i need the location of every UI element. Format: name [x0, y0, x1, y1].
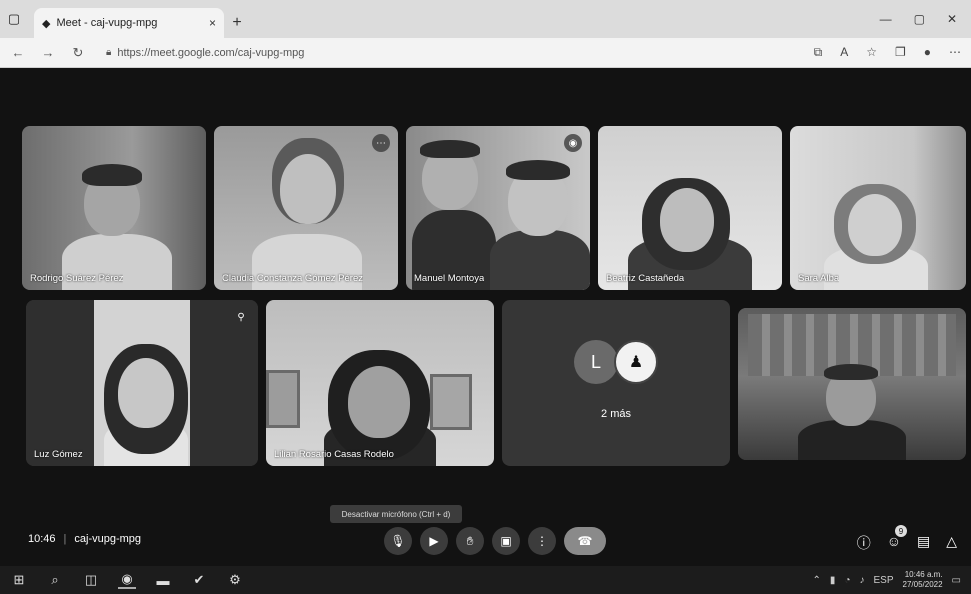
- taskbar-clock[interactable]: 10:46 a.m. 27/05/2022: [903, 570, 943, 590]
- forward-icon[interactable]: →: [40, 45, 56, 60]
- volume-icon[interactable]: ♪: [859, 575, 864, 586]
- browser-tab-bar: ▢ ◆ Meet - caj-vupg-mpg × + — ▢ ✕: [0, 0, 971, 38]
- others-count-label: 2 más: [601, 408, 631, 420]
- close-window-button[interactable]: ✕: [947, 12, 957, 26]
- people-count-badge: 9: [894, 525, 907, 537]
- participant-name: Lilian Rosario Casas Rodelo: [274, 449, 394, 460]
- participant-tile[interactable]: Beatriz Castañeda: [598, 126, 782, 290]
- meeting-info-separator: |: [63, 533, 67, 545]
- wall-frame: [430, 374, 472, 430]
- tasks-app-icon[interactable]: ✔: [190, 572, 208, 588]
- tray-chevron-icon[interactable]: ⌃: [813, 575, 821, 586]
- participant-tile[interactable]: Sara Alba: [790, 126, 966, 290]
- settings-app-icon[interactable]: ⚙: [226, 572, 244, 588]
- more-icon[interactable]: ⋯: [949, 45, 961, 60]
- wall-frame: [266, 370, 300, 428]
- participant-tile[interactable]: ⋯ Claudia Constanza Gómez Pérez: [214, 126, 398, 290]
- more-options-icon[interactable]: ⋯: [372, 134, 390, 152]
- clock-time: 10:46 a.m.: [904, 570, 943, 579]
- windows-start-icon[interactable]: ⊞: [10, 572, 28, 588]
- meet-favicon-icon: ◆: [42, 17, 51, 30]
- activities-icon[interactable]: △: [946, 533, 957, 553]
- participant-name: Beatriz Castañeda: [606, 273, 685, 284]
- participant-name: Manuel Montoya: [414, 273, 485, 284]
- meeting-code: caj-vupg-mpg: [74, 533, 142, 545]
- taskbar: ⊞ ⌕ ◫ ◉ ▬ ✔ ⚙ ⌃ ▮ ◔ ♪ ESP 10:46 a.m. 27/…: [0, 566, 971, 594]
- edge-browser-icon[interactable]: ◉: [118, 571, 136, 589]
- raise-hand-button[interactable]: ✋︎: [456, 527, 484, 555]
- tab-close-icon[interactable]: ×: [209, 16, 216, 30]
- url-field[interactable]: 🔒︎ https://meet.google.com/caj-vupg-mpg: [106, 47, 304, 59]
- others-tile[interactable]: L ♟ 2 más: [502, 300, 730, 466]
- back-icon[interactable]: ←: [10, 45, 26, 60]
- meeting-info: 10:46 | caj-vupg-mpg: [28, 533, 141, 545]
- audio-indicator-icon: ◉: [564, 134, 582, 152]
- camera-button[interactable]: ▶: [420, 527, 448, 555]
- system-tray: ⌃ ▮ ◔ ♪ ESP 10:46 a.m. 27/05/2022 ▭: [813, 570, 961, 590]
- participant-tile[interactable]: ◉ Manuel Montoya: [406, 126, 590, 290]
- lock-icon: 🔒︎: [106, 47, 112, 58]
- favorites-icon[interactable]: ☆: [866, 45, 877, 60]
- participant-tile[interactable]: ⚲ Luz Gómez: [26, 300, 258, 466]
- call-controls: 🎙︎ ▶ ✋︎ ▣ ⋮ ☎: [384, 527, 606, 555]
- collections-icon[interactable]: ❐: [895, 45, 906, 60]
- window-menu-icon[interactable]: ▢: [0, 0, 28, 38]
- participant-tile[interactable]: Lilian Rosario Casas Rodelo: [266, 300, 494, 466]
- tab-title: Meet - caj-vupg-mpg: [56, 17, 158, 29]
- extensions-icon[interactable]: ⧉: [814, 45, 823, 60]
- window-controls: — ▢ ✕: [880, 0, 971, 38]
- file-explorer-icon[interactable]: ▬: [154, 573, 172, 588]
- refresh-icon[interactable]: ↻: [70, 45, 86, 61]
- organization-logo-icon: ♟: [614, 340, 658, 384]
- screen: ▢ ◆ Meet - caj-vupg-mpg × + — ▢ ✕ ← → ↻ …: [0, 0, 971, 594]
- present-screen-button[interactable]: ▣: [492, 527, 520, 555]
- url-text: https://meet.google.com/caj-vupg-mpg: [117, 46, 305, 59]
- others-avatars: L ♟: [574, 340, 658, 384]
- address-bar: ← → ↻ 🔒︎ https://meet.google.com/caj-vup…: [0, 38, 971, 68]
- clock-date: 27/05/2022: [902, 580, 943, 589]
- people-icon[interactable]: ☺ 9: [887, 525, 907, 553]
- participant-name: Rodrigo Suárez Pérez: [30, 273, 124, 284]
- new-tab-button[interactable]: +: [224, 8, 250, 38]
- avatar: L: [574, 340, 618, 384]
- meeting-details-icon[interactable]: ⓘ: [857, 533, 871, 553]
- language-indicator[interactable]: ESP: [873, 575, 893, 586]
- network-icon[interactable]: ◔: [844, 575, 850, 586]
- participant-tile[interactable]: Rodrigo Suárez Pérez: [22, 126, 206, 290]
- notifications-icon[interactable]: ▭: [952, 575, 961, 586]
- microphone-button[interactable]: 🎙︎: [384, 527, 412, 555]
- battery-icon[interactable]: ▮: [830, 575, 836, 586]
- participant-name: Claudia Constanza Gómez Pérez: [222, 273, 363, 284]
- maximize-button[interactable]: ▢: [914, 12, 925, 26]
- browser-toolbar: ⧉ A ☆ ❐ ● ⋯: [814, 45, 961, 60]
- task-view-icon[interactable]: ◫: [82, 572, 100, 588]
- meeting-time: 10:46: [28, 533, 56, 545]
- minimize-button[interactable]: —: [880, 12, 892, 26]
- side-controls: ⓘ ☺ 9 ▤ △: [857, 525, 957, 553]
- search-icon[interactable]: ⌕: [46, 572, 64, 588]
- participant-name: Luz Gómez: [34, 449, 83, 460]
- browser-tab[interactable]: ◆ Meet - caj-vupg-mpg ×: [34, 8, 224, 38]
- participant-tile[interactable]: [738, 308, 966, 460]
- leave-call-button[interactable]: ☎: [564, 527, 606, 555]
- mic-tooltip: Desactivar micrófono (Ctrl + d): [330, 505, 462, 523]
- more-options-button[interactable]: ⋮: [528, 527, 556, 555]
- chat-icon[interactable]: ▤: [917, 533, 930, 553]
- pin-icon[interactable]: ⚲: [232, 308, 250, 326]
- reading-icon[interactable]: A: [840, 45, 848, 60]
- meeting-stage: Rodrigo Suárez Pérez ⋯ Claudia Constanza…: [0, 68, 971, 566]
- participant-name: Sara Alba: [798, 273, 840, 284]
- profile-icon[interactable]: ●: [924, 45, 931, 60]
